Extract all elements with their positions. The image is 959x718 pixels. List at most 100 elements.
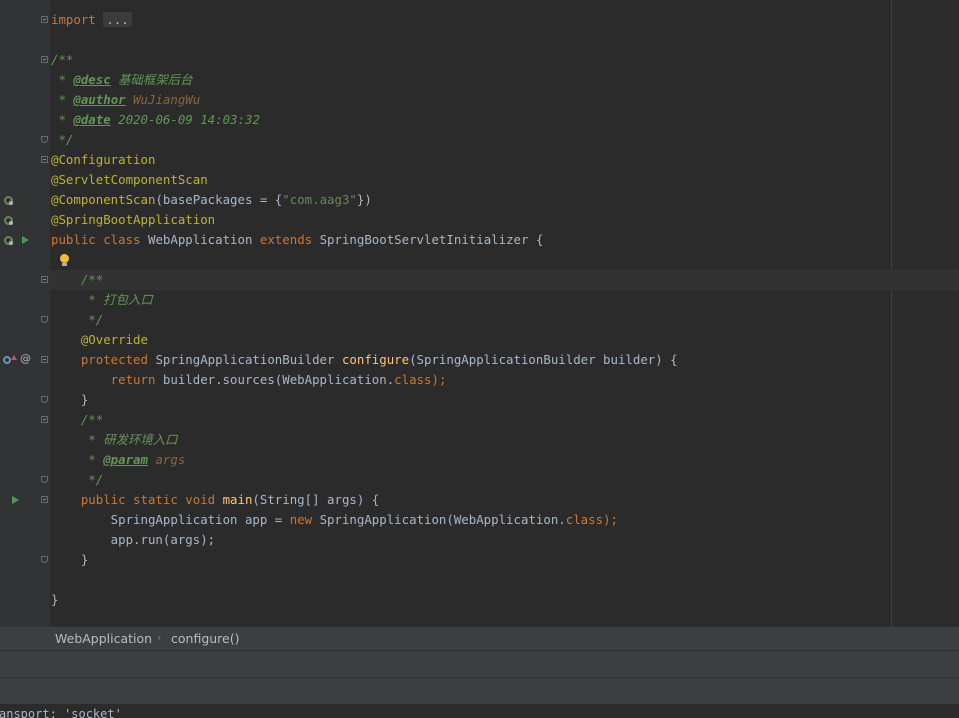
fold-marker[interactable]: [41, 416, 48, 423]
code-line-close-method[interactable]: }: [51, 390, 88, 410]
current-line-highlight: [50, 270, 959, 290]
spring-bean-icon[interactable]: [4, 236, 13, 245]
brace: }: [51, 552, 89, 567]
code-line-author[interactable]: * @author WuJiangWu: [51, 90, 200, 110]
fold-marker[interactable]: [41, 356, 48, 363]
code-line-doc2-close[interactable]: */: [51, 310, 103, 330]
keyword: extends: [259, 232, 320, 247]
expression: builder.sources(WebApplication.: [162, 372, 395, 387]
doc-tag: @param: [103, 452, 148, 467]
code-line-import[interactable]: import ...: [51, 10, 132, 30]
comment: /**: [51, 272, 104, 287]
keyword: class: [565, 512, 604, 527]
breadcrumb-separator: ›: [157, 631, 162, 644]
punctuation: );: [603, 512, 618, 527]
comment: * 研发环境入口: [51, 432, 178, 447]
keyword: class: [394, 372, 432, 387]
lightbulb-icon[interactable]: [60, 254, 69, 266]
code-line-app-decl[interactable]: SpringApplication app = new SpringApplic…: [51, 510, 618, 530]
doc-tag: @date: [73, 112, 111, 127]
code-editor[interactable]: @ import ... /** * @desc 基础框架后台 * @autho…: [0, 0, 959, 626]
keyword: import: [51, 12, 96, 27]
console-output[interactable]: ansport: 'socket': [0, 704, 959, 718]
code-line-servlet-scan[interactable]: @ServletComponentScan: [51, 170, 208, 190]
code-line-param[interactable]: * @param args: [51, 450, 185, 470]
run-main-icon[interactable]: [12, 496, 19, 504]
spring-bean-icon[interactable]: [4, 196, 13, 205]
code-line-date[interactable]: * @date 2020-06-09 14:03:32: [51, 110, 260, 130]
comment: /**: [51, 52, 74, 67]
fold-marker[interactable]: [41, 276, 48, 283]
type-name: SpringApplicationBuilder: [155, 352, 342, 367]
code-line-return[interactable]: return builder.sources(WebApplication.cl…: [51, 370, 447, 390]
code-line-override[interactable]: @Override: [51, 330, 148, 350]
fold-marker[interactable]: [41, 496, 48, 503]
annotation-args: }): [356, 192, 372, 207]
annotation: @Override: [51, 332, 148, 347]
breadcrumb-method[interactable]: configure(): [171, 631, 239, 646]
fold-marker[interactable]: [41, 396, 48, 403]
annotation: @ServletComponentScan: [51, 172, 208, 187]
method-params: (String[] args) {: [252, 492, 380, 507]
code-line-doc3-close[interactable]: */: [51, 470, 103, 490]
folded-imports[interactable]: ...: [103, 12, 132, 27]
spring-bean-icon[interactable]: [4, 216, 13, 225]
tool-window-toolbar[interactable]: [0, 677, 959, 705]
method-name: configure: [341, 352, 410, 367]
doc-tag-value: args: [147, 452, 186, 467]
fold-marker[interactable]: [41, 156, 48, 163]
comment: */: [51, 312, 104, 327]
editor-gutter[interactable]: [0, 0, 50, 626]
code-line-configuration[interactable]: @Configuration: [51, 150, 155, 170]
code-line-doc3-open[interactable]: /**: [51, 410, 103, 430]
doc-tag: @desc: [73, 72, 111, 87]
code-line-close-main[interactable]: }: [51, 550, 88, 570]
code-line-doc2-open[interactable]: /**: [51, 270, 103, 290]
at-sign-icon: @: [20, 352, 31, 365]
keyword: return: [51, 372, 163, 387]
code-line-main-decl[interactable]: public static void main(String[] args) {: [51, 490, 379, 510]
code-line-doc-close[interactable]: */: [51, 130, 73, 150]
code-line-springboot[interactable]: @SpringBootApplication: [51, 210, 215, 230]
override-method-icon[interactable]: [3, 356, 11, 364]
keyword: new: [289, 512, 320, 527]
code-line-doc-open[interactable]: /**: [51, 50, 73, 70]
comment: */: [51, 472, 104, 487]
code-line-configure-decl[interactable]: protected SpringApplicationBuilder confi…: [51, 350, 678, 370]
arrow-up-icon[interactable]: [11, 355, 17, 360]
code-line-class-decl[interactable]: public class WebApplication extends Spri…: [51, 230, 543, 250]
brace: }: [51, 392, 89, 407]
run-class-icon[interactable]: [22, 236, 29, 244]
expression: SpringApplication(WebApplication.: [319, 512, 566, 527]
fold-marker[interactable]: [41, 556, 48, 563]
annotation-args: (basePackages = {: [155, 192, 283, 207]
punctuation: );: [431, 372, 447, 387]
comment: *: [51, 112, 74, 127]
fold-marker[interactable]: [41, 16, 48, 23]
keyword: public class: [51, 232, 148, 247]
statement: app.run(args);: [51, 532, 216, 547]
tool-window-header[interactable]: [0, 650, 959, 678]
annotation: @ComponentScan: [51, 192, 156, 207]
fold-marker[interactable]: [41, 56, 48, 63]
breadcrumb-class[interactable]: WebApplication: [55, 631, 152, 646]
doc-tag-value: WuJiangWu: [125, 92, 201, 107]
method-params: (SpringApplicationBuilder builder) {: [409, 352, 678, 367]
comment: 基础框架后台: [110, 72, 193, 87]
super-class: SpringBootServletInitializer {: [319, 232, 544, 247]
fold-marker[interactable]: [41, 136, 48, 143]
string-literal: "com.aag3": [282, 192, 357, 207]
code-line-close-class[interactable]: }: [51, 590, 58, 610]
comment: 2020-06-09 14:03:32: [110, 112, 260, 127]
comment: *: [51, 452, 104, 467]
keyword: protected: [51, 352, 156, 367]
code-line-doc3[interactable]: * 研发环境入口: [51, 430, 178, 450]
fold-marker[interactable]: [41, 476, 48, 483]
comment: *: [51, 72, 74, 87]
code-line-component-scan[interactable]: @ComponentScan(basePackages = {"com.aag3…: [51, 190, 372, 210]
class-name: WebApplication: [147, 232, 260, 247]
code-line-app-run[interactable]: app.run(args);: [51, 530, 215, 550]
code-line-doc2[interactable]: * 打包入口: [51, 290, 152, 310]
fold-marker[interactable]: [41, 316, 48, 323]
code-line-desc[interactable]: * @desc 基础框架后台: [51, 70, 193, 90]
